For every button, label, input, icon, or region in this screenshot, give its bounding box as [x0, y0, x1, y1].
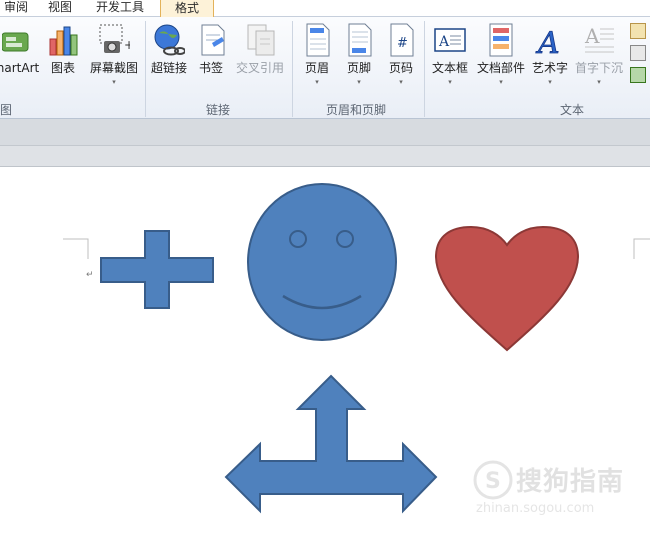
dropcap-icon: A	[583, 23, 615, 57]
hyperlink-button[interactable]: 超链接	[148, 23, 190, 75]
ruler-area	[0, 119, 650, 146]
left-margin-corner-mark	[63, 238, 89, 259]
three-way-arrow-shape[interactable]	[224, 374, 438, 514]
svg-text:A: A	[438, 34, 450, 50]
tab-view[interactable]: 视图	[48, 0, 72, 16]
sogou-watermark: S 搜狗指南 zhinan.sogou.com	[468, 459, 638, 529]
group-label-links: 链接	[206, 103, 231, 117]
heart-shape[interactable]	[434, 225, 580, 352]
docparts-icon	[485, 23, 517, 57]
svg-text:S: S	[485, 469, 501, 494]
footer-icon	[343, 23, 375, 57]
crossref-icon	[244, 23, 276, 57]
page-number-button[interactable]: # 页码 ▾	[384, 23, 418, 87]
svg-text:+: +	[124, 38, 130, 52]
svg-text:A: A	[584, 24, 600, 48]
ribbon-tab-bar: 审阅 视图 开发工具 格式	[0, 0, 650, 17]
footer-button[interactable]: 页脚 ▾	[342, 23, 376, 87]
bookmark-icon	[196, 23, 228, 57]
group-label-illustrations: 图	[0, 103, 13, 117]
smiley-right-eye	[336, 230, 354, 248]
page-number-icon: #	[385, 23, 417, 57]
header-icon	[301, 23, 333, 57]
header-button[interactable]: 页眉 ▾	[300, 23, 334, 87]
wordart-icon: A	[534, 23, 566, 62]
object-icon[interactable]	[630, 67, 646, 83]
screenshot-icon: +	[98, 23, 134, 57]
right-margin-corner-mark	[633, 238, 650, 259]
bookmark-button[interactable]: 书签	[196, 23, 226, 75]
smiley-face-circle	[247, 183, 397, 341]
paragraph-mark: ↵	[86, 270, 94, 280]
smiley-face-shape[interactable]	[247, 183, 397, 341]
date-time-icon[interactable]	[630, 45, 646, 61]
text-group-small-buttons	[630, 23, 650, 93]
document-canvas: ↵ S 搜狗指南 zhinan.sogou.com	[0, 167, 650, 548]
smiley-left-eye	[289, 230, 307, 248]
tab-format[interactable]: 格式	[160, 0, 215, 17]
tab-review[interactable]: 审阅	[4, 0, 28, 16]
textbox-button[interactable]: A 文本框 ▾	[428, 23, 472, 87]
watermark-text: 搜狗指南	[516, 467, 625, 497]
sogou-logo-icon: S	[473, 460, 513, 500]
chart-button[interactable]: 图表	[46, 23, 80, 75]
tab-developer[interactable]: 开发工具	[96, 0, 144, 16]
group-label-text: 文本	[560, 103, 585, 117]
textbox-icon: A	[434, 23, 466, 57]
group-separator	[292, 21, 293, 117]
ribbon-insert-panel: nartArt 图表 + 屏幕截图 ▾ 超链接 书签 交叉引用 页眉 ▾ 页脚 …	[0, 17, 650, 119]
screenshot-button[interactable]: + 屏幕截图 ▾	[86, 23, 142, 87]
document-frame	[0, 146, 650, 167]
smartart-button[interactable]: nartArt	[0, 23, 42, 75]
group-separator	[145, 21, 146, 117]
group-separator	[424, 21, 425, 117]
chart-icon	[47, 23, 79, 57]
document-parts-button[interactable]: 文档部件 ▾	[474, 23, 528, 87]
smartart-icon	[1, 23, 34, 57]
hyperlink-icon	[153, 23, 186, 57]
cross-reference-button[interactable]: 交叉引用	[232, 23, 288, 75]
plus-shape[interactable]	[100, 230, 214, 309]
wordart-button[interactable]: A 艺术字 ▾	[530, 23, 570, 87]
drop-cap-button[interactable]: A 首字下沉 ▾	[572, 23, 626, 87]
group-label-header-footer: 页眉和页脚	[326, 103, 387, 117]
svg-text:A: A	[535, 26, 560, 57]
watermark-url: zhinan.sogou.com	[476, 501, 595, 516]
signature-line-icon[interactable]	[630, 23, 646, 39]
svg-text:#: #	[397, 36, 408, 51]
